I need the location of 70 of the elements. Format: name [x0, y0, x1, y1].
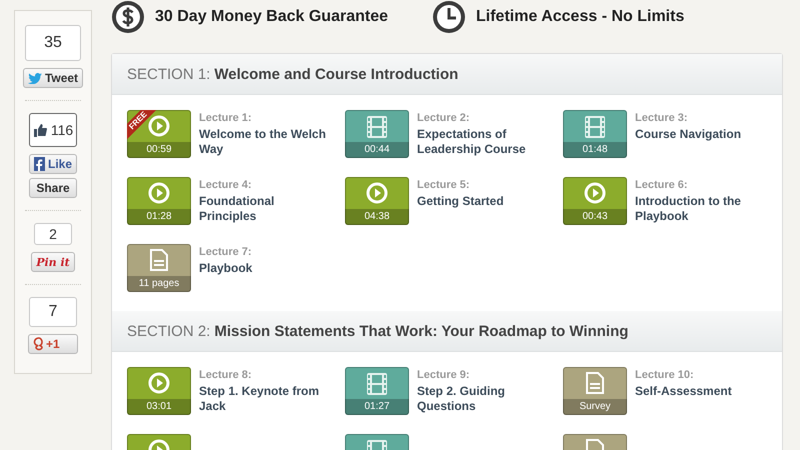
lecture-number: Lecture 10: — [635, 369, 695, 381]
clock-icon — [432, 0, 466, 34]
lecture-duration: 00:43 — [563, 209, 627, 225]
lecture-duration: 11 pages — [127, 276, 191, 292]
guarantee-text: Lifetime Access - No Limits — [476, 8, 684, 26]
section-label: SECTION 1: — [127, 66, 210, 82]
share-button[interactable]: +1 — [28, 334, 78, 354]
lecture-thumbnail[interactable]: 03:01 — [127, 367, 191, 415]
count-text: 2 — [49, 226, 57, 242]
lecture-thumbnail[interactable]: 04:38 — [345, 177, 409, 225]
play-icon — [148, 115, 170, 137]
lecture-number: Lecture 4: — [199, 179, 253, 191]
lecture-title[interactable]: Introduction to the Playbook — [635, 194, 763, 224]
lecture-title[interactable]: Step 2. Guiding Questions — [417, 384, 545, 414]
film-icon — [366, 115, 388, 139]
count-text: 116 — [50, 122, 74, 138]
play-icon — [584, 182, 606, 204]
lecture-thumbnail[interactable]: 01:27 — [345, 367, 409, 415]
play-icon — [148, 182, 170, 204]
lecture-title[interactable]: Welcome to the Welch Way — [199, 127, 327, 157]
lecture-title[interactable]: Expectations of Leadership Course — [417, 127, 545, 157]
lecture-number: Lecture 5: — [417, 179, 471, 191]
share-button[interactable]: Like — [29, 154, 77, 174]
lecture-number: Lecture 3: — [635, 112, 689, 124]
lecture-duration: 00:44 — [345, 142, 409, 158]
lecture-thumbnail[interactable]: 01:28 — [127, 177, 191, 225]
lecture-number: Lecture 2: — [417, 112, 471, 124]
section-title: Welcome and Course Introduction — [214, 66, 458, 82]
lecture-duration: Survey — [563, 399, 627, 415]
bird-icon — [28, 72, 42, 84]
lecture-title[interactable]: Step 1. Keynote from Jack — [199, 384, 327, 414]
lecture-duration: 04:38 — [345, 209, 409, 225]
lecture-number: Lecture 1: — [199, 112, 253, 124]
lecture-title[interactable]: Playbook — [199, 261, 327, 276]
guarantee-text: 30 Day Money Back Guarantee — [155, 8, 388, 26]
lecture-duration: 00:59 — [127, 142, 191, 158]
share-button[interactable]: Pin it — [31, 252, 75, 272]
lecture-thumbnail[interactable]: 01:48 — [563, 110, 627, 158]
lecture-duration: 01:48 — [563, 142, 627, 158]
lecture-thumbnail[interactable]: Survey — [563, 367, 627, 415]
lecture-thumbnail[interactable]: 00:43 — [563, 177, 627, 225]
section-label: SECTION 2: — [127, 322, 210, 340]
lecture-title[interactable]: Getting Started — [417, 194, 545, 209]
lecture-thumbnail[interactable]: 00:44 — [345, 110, 409, 158]
document-icon — [150, 249, 168, 271]
lecture-number: Lecture 9: — [417, 369, 471, 381]
lecture-number: Lecture 8: — [199, 369, 253, 381]
play-icon — [148, 372, 170, 394]
lecture-number: Lecture 6: — [635, 179, 689, 191]
play-icon — [366, 182, 388, 204]
f-icon — [34, 157, 45, 171]
lecture-thumbnail[interactable]: 11 pages — [127, 244, 191, 292]
lecture-duration: 03:01 — [127, 399, 191, 415]
lecture-title[interactable]: Course Navigation — [635, 127, 763, 142]
lecture-duration: 01:27 — [345, 399, 409, 415]
share-button[interactable]: Share — [29, 178, 77, 198]
lecture-title[interactable]: Foundational Principles — [199, 194, 327, 224]
section-title: Mission Statements That Work: Your Roadmap to Winning — [214, 322, 628, 340]
dollar-icon — [111, 0, 145, 34]
lecture-number: Lecture 7: — [199, 246, 253, 258]
film-icon — [366, 372, 388, 396]
film-icon — [584, 115, 606, 139]
lecture-duration: 01:28 — [127, 209, 191, 225]
document-icon — [586, 372, 604, 394]
thumbs-up-icon — [32, 123, 47, 137]
count-text: 7 — [48, 303, 58, 321]
lecture-title[interactable]: Self-Assessment — [635, 384, 763, 399]
count-text: 35 — [44, 34, 62, 52]
g-icon — [33, 336, 43, 352]
share-button[interactable]: Tweet — [22, 68, 84, 88]
